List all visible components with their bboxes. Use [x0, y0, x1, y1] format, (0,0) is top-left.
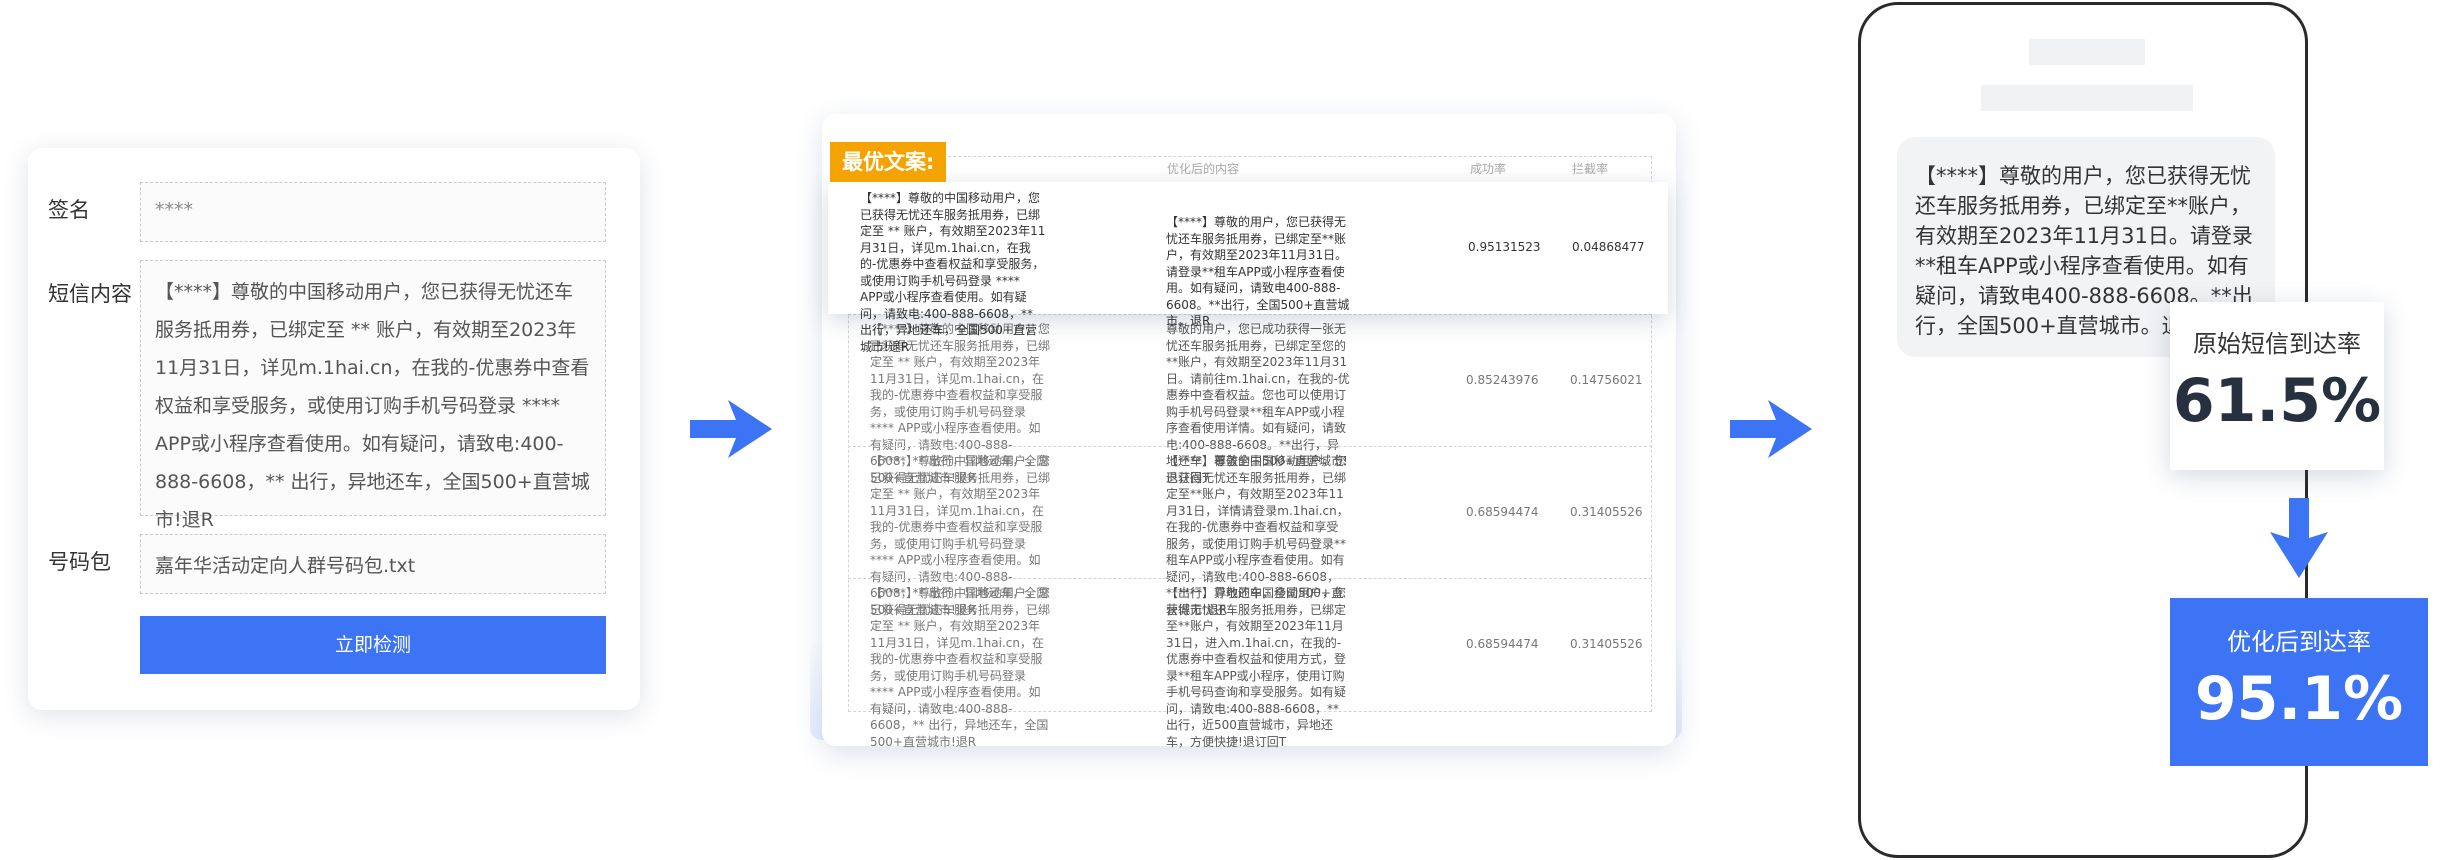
row-block-rate: 0.31405526: [1570, 505, 1643, 519]
row-success-rate: 0.68594474: [1466, 637, 1539, 651]
signature-label: 签名: [48, 198, 90, 222]
sms-input-card: 签名 **** 短信内容 【****】尊敬的中国移动用户，您已获得无忧还车服务抵…: [28, 148, 640, 710]
header-success-rate: 成功率: [1470, 162, 1507, 176]
table-row[interactable]: 【****】尊敬的中国移动用户，您已获得无忧还车服务抵用券，已绑定至 ** 账户…: [848, 578, 1652, 749]
row-source: 【****】尊敬的中国移动用户，您已获得无忧还车服务抵用券，已绑定至 ** 账户…: [870, 586, 1051, 749]
header-optimized: 优化后的内容: [1167, 162, 1240, 176]
arrow-right-icon: [690, 400, 772, 458]
arrow-down-icon: [2270, 498, 2328, 578]
row-block-rate: 0.14756021: [1570, 373, 1643, 387]
detect-button[interactable]: 立即检测: [140, 616, 606, 674]
arrow-right-icon: [1730, 400, 1812, 458]
best-optimized: 【****】尊敬的用户，您已获得无忧还车服务抵用券，已绑定至**账户，有效期至2…: [1166, 215, 1350, 328]
row-optimized: 【****】尊敬的中国移动用户，您获得无忧还车服务抵用券，已绑定至**账户，有效…: [1166, 586, 1347, 749]
phone-title-placeholder: [1981, 85, 2193, 111]
signature-input[interactable]: ****: [140, 182, 606, 242]
optimized-rate-value: 95.1%: [2194, 664, 2404, 734]
sms-content-input[interactable]: 【****】尊敬的中国移动用户，您已获得无忧还车服务抵用券，已绑定至 ** 账户…: [140, 260, 606, 531]
optimized-rate-label: 优化后到达率: [2227, 628, 2371, 656]
results-table-card: 优化后的内容 成功率 拦截率 【****】尊敬的中国移动用户，您已获得无忧还车服…: [822, 114, 1676, 749]
row-success-rate: 0.68594474: [1466, 505, 1539, 519]
best-success-rate: 0.95131523: [1468, 240, 1541, 254]
best-source: 【****】尊敬的中国移动用户，您已获得无忧还车服务抵用券，已绑定至 ** 账户…: [860, 191, 1046, 354]
row-block-rate: 0.31405526: [1570, 637, 1643, 651]
package-label: 号码包: [48, 550, 111, 574]
original-rate-label: 原始短信到达率: [2193, 330, 2361, 358]
original-rate-value: 61.5%: [2172, 366, 2382, 436]
original-rate-card: 原始短信到达率 61.5%: [2170, 302, 2384, 470]
header-block-rate: 拦截率: [1572, 162, 1609, 176]
table-row[interactable]: 【****】尊敬的中国移动用户，您已获得无忧还车服务抵用券，已绑定至 ** 账户…: [848, 446, 1652, 617]
phone-status-placeholder: [2029, 39, 2145, 65]
optimized-rate-card: 优化后到达率 95.1%: [2170, 598, 2428, 766]
best-copy-tag: 最优文案:: [830, 142, 947, 182]
best-row[interactable]: 【****】尊敬的中国移动用户，您已获得无忧还车服务抵用券，已绑定至 ** 账户…: [828, 182, 1668, 354]
row-success-rate: 0.85243976: [1466, 373, 1539, 387]
number-package-input[interactable]: 嘉年华活动定向人群号码包.txt: [140, 534, 606, 594]
content-label: 短信内容: [48, 282, 132, 306]
best-block-rate: 0.04868477: [1572, 240, 1645, 254]
